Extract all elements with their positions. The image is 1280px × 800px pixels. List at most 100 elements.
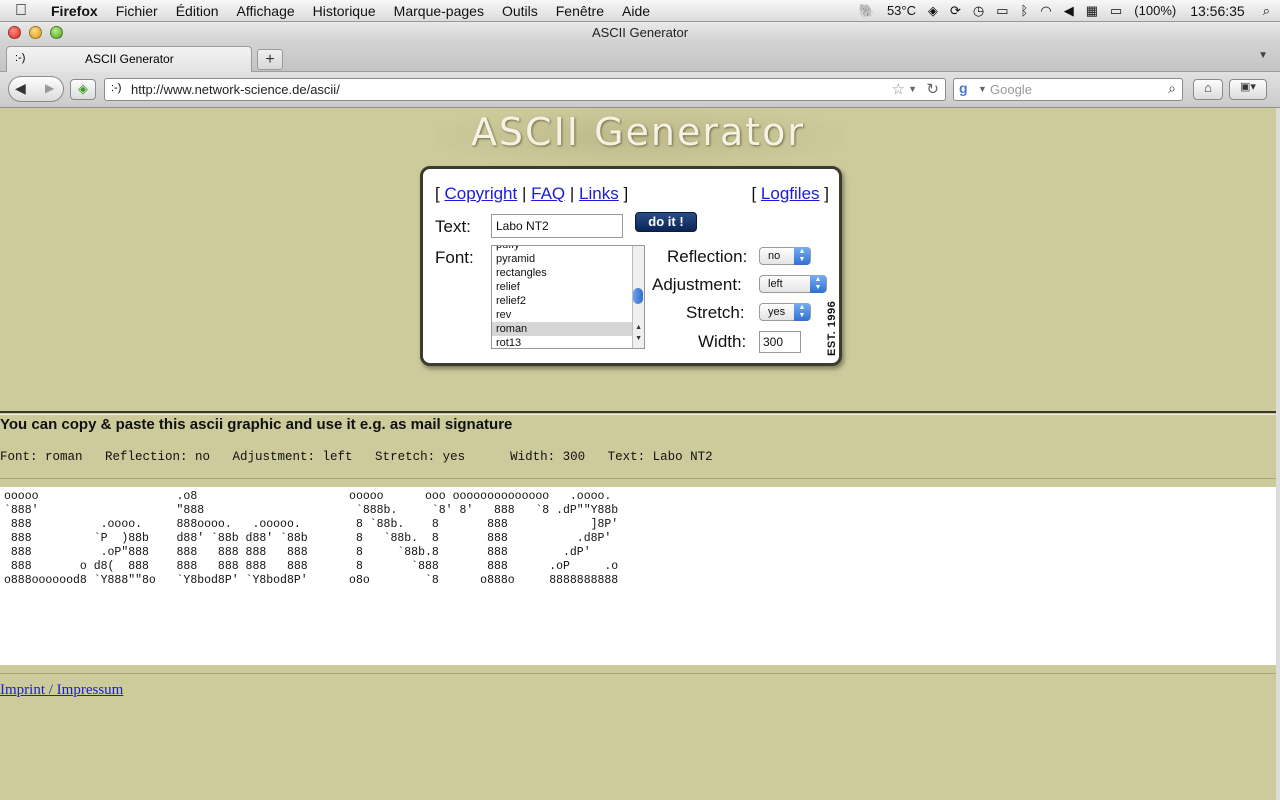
back-arrow-icon[interactable]: ◀	[15, 80, 26, 97]
copyright-link[interactable]: Copyright	[444, 184, 517, 203]
forward-arrow-icon[interactable]: ▶	[45, 81, 54, 95]
tab-title: ASCII Generator	[85, 52, 174, 66]
google-search-engine-icon[interactable]: g	[959, 80, 968, 96]
close-window-button[interactable]	[8, 26, 21, 39]
select-stepper-icon: ▲ ▼	[794, 247, 810, 265]
search-engine-chevron-icon[interactable]: ▼	[978, 84, 987, 94]
sync-icon[interactable]: ⟳	[944, 3, 967, 19]
spotlight-icon[interactable]: ⌕	[1257, 3, 1280, 19]
menu-aide[interactable]: Aide	[613, 3, 659, 19]
volume-icon[interactable]: ◀	[1058, 3, 1080, 19]
text-label: Text:	[435, 217, 471, 236]
do-it-button[interactable]: do it !	[635, 212, 697, 232]
font-list-scrollbar[interactable]: ▲ ▼	[632, 246, 644, 348]
site-logo: ASCII Generator	[470, 110, 806, 154]
width-label: Width:	[698, 332, 747, 351]
bookmark-star-icon[interactable]: ☆	[892, 80, 905, 98]
font-option[interactable]: puffy	[492, 246, 644, 252]
font-option-selected[interactable]: roman	[492, 322, 644, 336]
sync-button[interactable]: ◈	[70, 79, 96, 100]
wifi-icon[interactable]: ◠	[1034, 3, 1057, 19]
stretch-value: yes	[768, 306, 786, 318]
bracket: ]	[623, 184, 629, 203]
calendar-icon[interactable]: ▦	[1080, 3, 1104, 19]
top-links: [ Copyright | FAQ | Links ]	[435, 184, 628, 204]
menu-firefox[interactable]: Firefox	[42, 3, 107, 19]
tab-list-chevron-icon[interactable]: ▼	[1258, 50, 1268, 61]
search-placeholder: Google	[990, 82, 1032, 97]
text-input[interactable]: Labo NT2	[491, 214, 623, 238]
font-option[interactable]: rot13	[492, 336, 644, 348]
menu-fenetre[interactable]: Fenêtre	[547, 3, 613, 19]
display-icon[interactable]: ▭	[990, 3, 1014, 19]
faq-link[interactable]: FAQ	[531, 184, 565, 203]
time-machine-icon[interactable]: ◷	[967, 3, 990, 19]
menu-fichier[interactable]: Fichier	[107, 3, 167, 19]
font-label: Font:	[435, 248, 474, 267]
bracket: [	[751, 184, 757, 203]
scroll-up-icon[interactable]: ▲	[635, 324, 642, 331]
menu-affichage[interactable]: Affichage	[228, 3, 304, 19]
menu-edition[interactable]: Édition	[167, 3, 228, 19]
bluetooth-icon[interactable]: ᛒ	[1015, 3, 1035, 18]
imprint-link[interactable]: Imprint / Impressum	[0, 682, 123, 699]
search-icon[interactable]: ⌕	[1168, 80, 1176, 97]
bracket: [	[435, 184, 440, 203]
tab-strip: :-) ASCII Generator + ▼	[0, 44, 1280, 72]
clock[interactable]: 13:56:35	[1182, 3, 1257, 19]
font-listbox[interactable]: puffy pyramid rectangles relief relief2 …	[491, 245, 645, 349]
evernote-icon[interactable]: 🐘	[853, 3, 881, 19]
url-text[interactable]: http://www.network-science.de/ascii/	[131, 82, 340, 97]
window-title: ASCII Generator	[591, 25, 689, 40]
font-option[interactable]: relief2	[492, 294, 644, 308]
stretch-label: Stretch:	[686, 303, 745, 322]
temperature-readout[interactable]: 53°C	[881, 3, 922, 18]
settings-summary: Font: roman Reflection: no Adjustment: l…	[0, 450, 713, 464]
logfiles-link[interactable]: Logfiles	[761, 184, 820, 203]
ascii-output-box: ooooo .o8 ooooo ooo oooooooooooooo .oooo…	[0, 487, 1276, 665]
menu-marque-pages[interactable]: Marque-pages	[385, 3, 493, 19]
status-area: 🐘 53°C ◈ ⟳ ◷ ▭ ᛒ ◠ ◀ ▦ ▭ (100%) 13:56:35…	[853, 0, 1280, 21]
font-option[interactable]: pyramid	[492, 252, 644, 266]
scroll-down-icon[interactable]: ▼	[635, 335, 642, 342]
reflection-value: no	[768, 250, 781, 262]
zoom-window-button[interactable]	[50, 26, 63, 39]
ascii-art-output[interactable]: ooooo .o8 ooooo ooo oooooooooooooo .oooo…	[0, 487, 1276, 591]
tab-favicon: :-)	[15, 52, 26, 64]
est-1996-label: EST. 1996	[826, 300, 838, 356]
url-favicon: :-)	[111, 82, 122, 94]
page-scrollbar[interactable]	[1276, 108, 1280, 800]
new-tab-button[interactable]: +	[257, 49, 283, 70]
dropbox-icon[interactable]: ◈	[922, 3, 944, 19]
select-stepper-icon: ▲ ▼	[794, 303, 810, 321]
reflection-select[interactable]: no ▲ ▼	[759, 247, 811, 265]
adjustment-value: left	[768, 278, 783, 290]
width-input[interactable]: 300	[759, 331, 801, 353]
tab-ascii-generator[interactable]: :-) ASCII Generator	[6, 46, 252, 72]
scrollbar-thumb[interactable]	[633, 288, 643, 304]
font-option[interactable]: rectangles	[492, 266, 644, 280]
menu-historique[interactable]: Historique	[304, 3, 385, 19]
url-bar[interactable]: :-) http://www.network-science.de/ascii/…	[104, 78, 946, 101]
apple-menu-icon[interactable]: 	[0, 2, 42, 20]
battery-icon[interactable]: ▭	[1104, 3, 1128, 19]
adjustment-select[interactable]: left ▲ ▼	[759, 275, 827, 293]
font-option[interactable]: rev	[492, 308, 644, 322]
minimize-window-button[interactable]	[29, 26, 42, 39]
search-bar[interactable]: g ▼ Google ⌕	[953, 78, 1183, 101]
copy-paste-headline: You can copy & paste this ascii graphic …	[0, 416, 513, 433]
select-stepper-icon: ▲ ▼	[810, 275, 826, 293]
links-link[interactable]: Links	[579, 184, 619, 203]
menu-outils[interactable]: Outils	[493, 3, 547, 19]
home-button[interactable]: ⌂	[1193, 79, 1223, 100]
battery-percent[interactable]: (100%)	[1128, 3, 1182, 18]
stretch-select[interactable]: yes ▲ ▼	[759, 303, 811, 321]
back-forward-group: ◀ ▶	[8, 76, 64, 102]
navigation-toolbar: ◀ ▶ ◈ :-) http://www.network-science.de/…	[0, 72, 1280, 108]
font-option[interactable]: relief	[492, 280, 644, 294]
separator: |	[521, 184, 527, 203]
reload-icon[interactable]: ↻	[926, 80, 939, 98]
addon-button[interactable]: ▣▾	[1229, 79, 1267, 100]
url-history-chevron-icon[interactable]: ▼	[908, 84, 917, 94]
bracket: ]	[824, 184, 829, 203]
